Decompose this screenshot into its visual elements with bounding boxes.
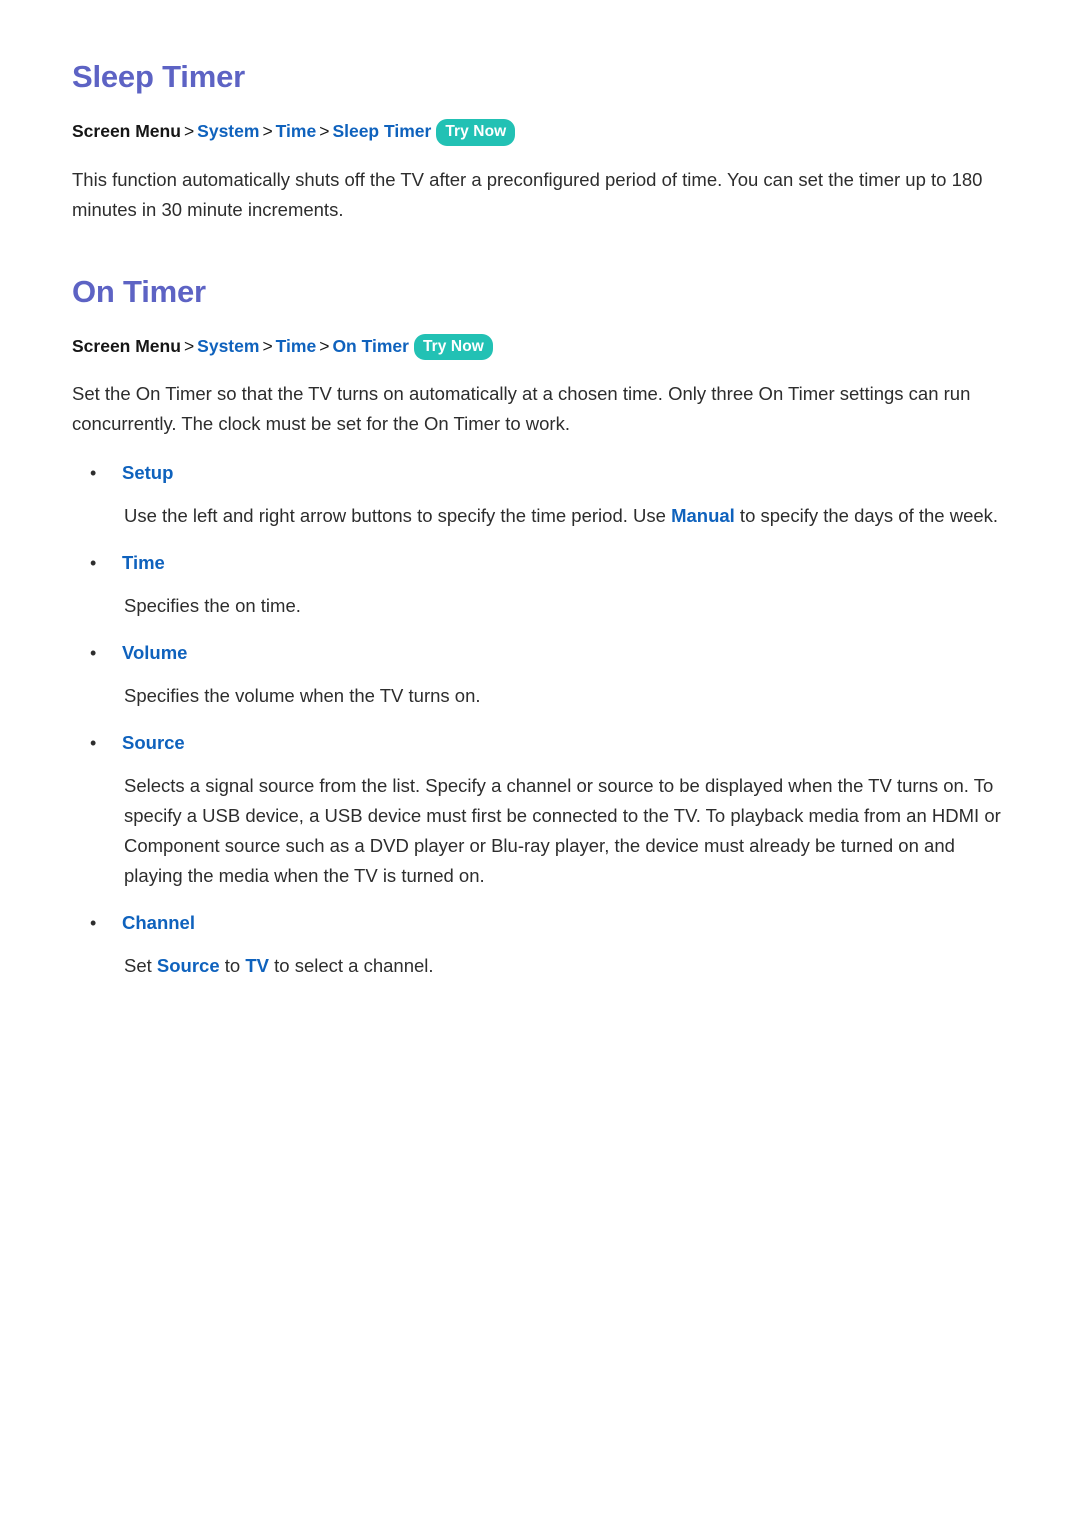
bullet-dot-icon (90, 549, 110, 577)
bullet-head: Channel (72, 909, 1008, 937)
section-sleep-timer: Sleep Timer Screen Menu > System > Time > Slee… (72, 58, 1008, 225)
section-on-timer: On Timer Screen Menu > System > Time > On Time… (72, 273, 1008, 982)
bullet-dot-icon (90, 639, 110, 667)
list-item-setup: Setup Use the left and right arrow butto… (72, 459, 1008, 531)
channel-text-after: to select a channel. (269, 955, 434, 976)
breadcrumb-separator: > (319, 121, 330, 141)
sleep-timer-description: This function automatically shuts off th… (72, 168, 983, 220)
bullet-head: Source (72, 729, 1008, 757)
bullet-head: Setup (72, 459, 1008, 487)
option-description-setup: Use the left and right arrow buttons to … (124, 501, 1008, 531)
option-label-channel[interactable]: Channel (122, 909, 195, 937)
bullet-head: Time (72, 549, 1008, 577)
option-body-source: Selects a signal source from the list. S… (124, 771, 1008, 891)
inline-key-manual[interactable]: Manual (671, 505, 735, 526)
breadcrumb-separator: > (183, 121, 195, 141)
option-label-volume[interactable]: Volume (122, 639, 187, 667)
inline-key-tv[interactable]: TV (245, 955, 269, 976)
option-description-volume: Specifies the volume when the TV turns o… (124, 685, 481, 706)
option-body-time: Specifies the on time. (124, 591, 1008, 621)
breadcrumb-link-sleep-timer[interactable]: Sleep Timer (332, 121, 431, 141)
bullet-dot-icon (90, 459, 110, 487)
breadcrumb-on-timer: Screen Menu > System > Time > On Timer Try Now (72, 333, 1008, 362)
setup-text-before: Use the left and right arrow buttons to … (124, 505, 672, 526)
option-body-channel: Set Source to TV to select a channel. (124, 951, 1008, 981)
option-body-volume: Specifies the volume when the TV turns o… (124, 681, 1008, 711)
bullet-dot-icon (90, 909, 110, 937)
breadcrumb-separator: > (262, 121, 273, 141)
breadcrumb-link-on-timer[interactable]: On Timer (332, 336, 409, 356)
page-title-sleep-timer: Sleep Timer (72, 59, 245, 94)
option-description-channel: Set Source to TV to select a channel. (124, 951, 1008, 981)
list-item-channel: Channel Set Source to TV to select a cha… (72, 909, 1008, 981)
content-column: Sleep Timer Screen Menu > System > Time > Slee… (72, 58, 1008, 981)
setup-text-after: to specify the days of the week. (734, 505, 999, 526)
breadcrumb-root: Screen Menu (72, 121, 181, 141)
option-label-time[interactable]: Time (122, 549, 165, 577)
option-body-setup: Use the left and right arrow buttons to … (124, 501, 1008, 531)
option-description-source: Selects a signal source from the list. S… (124, 775, 1001, 886)
breadcrumb-link-time[interactable]: Time (276, 121, 317, 141)
on-timer-option-list: Setup Use the left and right arrow butto… (72, 459, 1008, 981)
option-description-time: Specifies the on time. (124, 595, 301, 616)
manual-page: Sleep Timer Screen Menu > System > Time > Slee… (0, 0, 1080, 1527)
breadcrumb-sleep-timer: Screen Menu > System > Time > Sleep Timer Try N… (72, 118, 1008, 147)
breadcrumb-separator: > (262, 335, 273, 356)
breadcrumb-separator: > (319, 335, 330, 356)
page-title-on-timer: On Timer (72, 273, 206, 309)
breadcrumb-link-system[interactable]: System (197, 336, 259, 356)
bullet-head: Volume (72, 639, 1008, 667)
option-label-source[interactable]: Source (122, 729, 185, 757)
bullet-dot-icon (90, 729, 110, 757)
try-now-badge[interactable]: Try Now (413, 333, 493, 360)
breadcrumb-separator: > (183, 335, 195, 356)
inline-key-source[interactable]: Source (157, 955, 220, 976)
option-label-setup[interactable]: Setup (122, 459, 173, 487)
breadcrumb-link-time[interactable]: Time (276, 336, 317, 356)
list-item-time: Time Specifies the on time. (72, 549, 1008, 621)
list-item-volume: Volume Specifies the volume when the TV … (72, 639, 1008, 711)
breadcrumb-root: Screen Menu (72, 335, 181, 356)
try-now-badge[interactable]: Try Now (436, 119, 516, 146)
breadcrumb-link-system[interactable]: System (197, 121, 259, 141)
list-item-source: Source Selects a signal source from the … (72, 729, 1008, 891)
channel-text-before: Set (124, 955, 157, 976)
on-timer-description: Set the On Timer so that the TV turns on… (72, 383, 971, 434)
channel-text-mid: to (219, 955, 246, 976)
